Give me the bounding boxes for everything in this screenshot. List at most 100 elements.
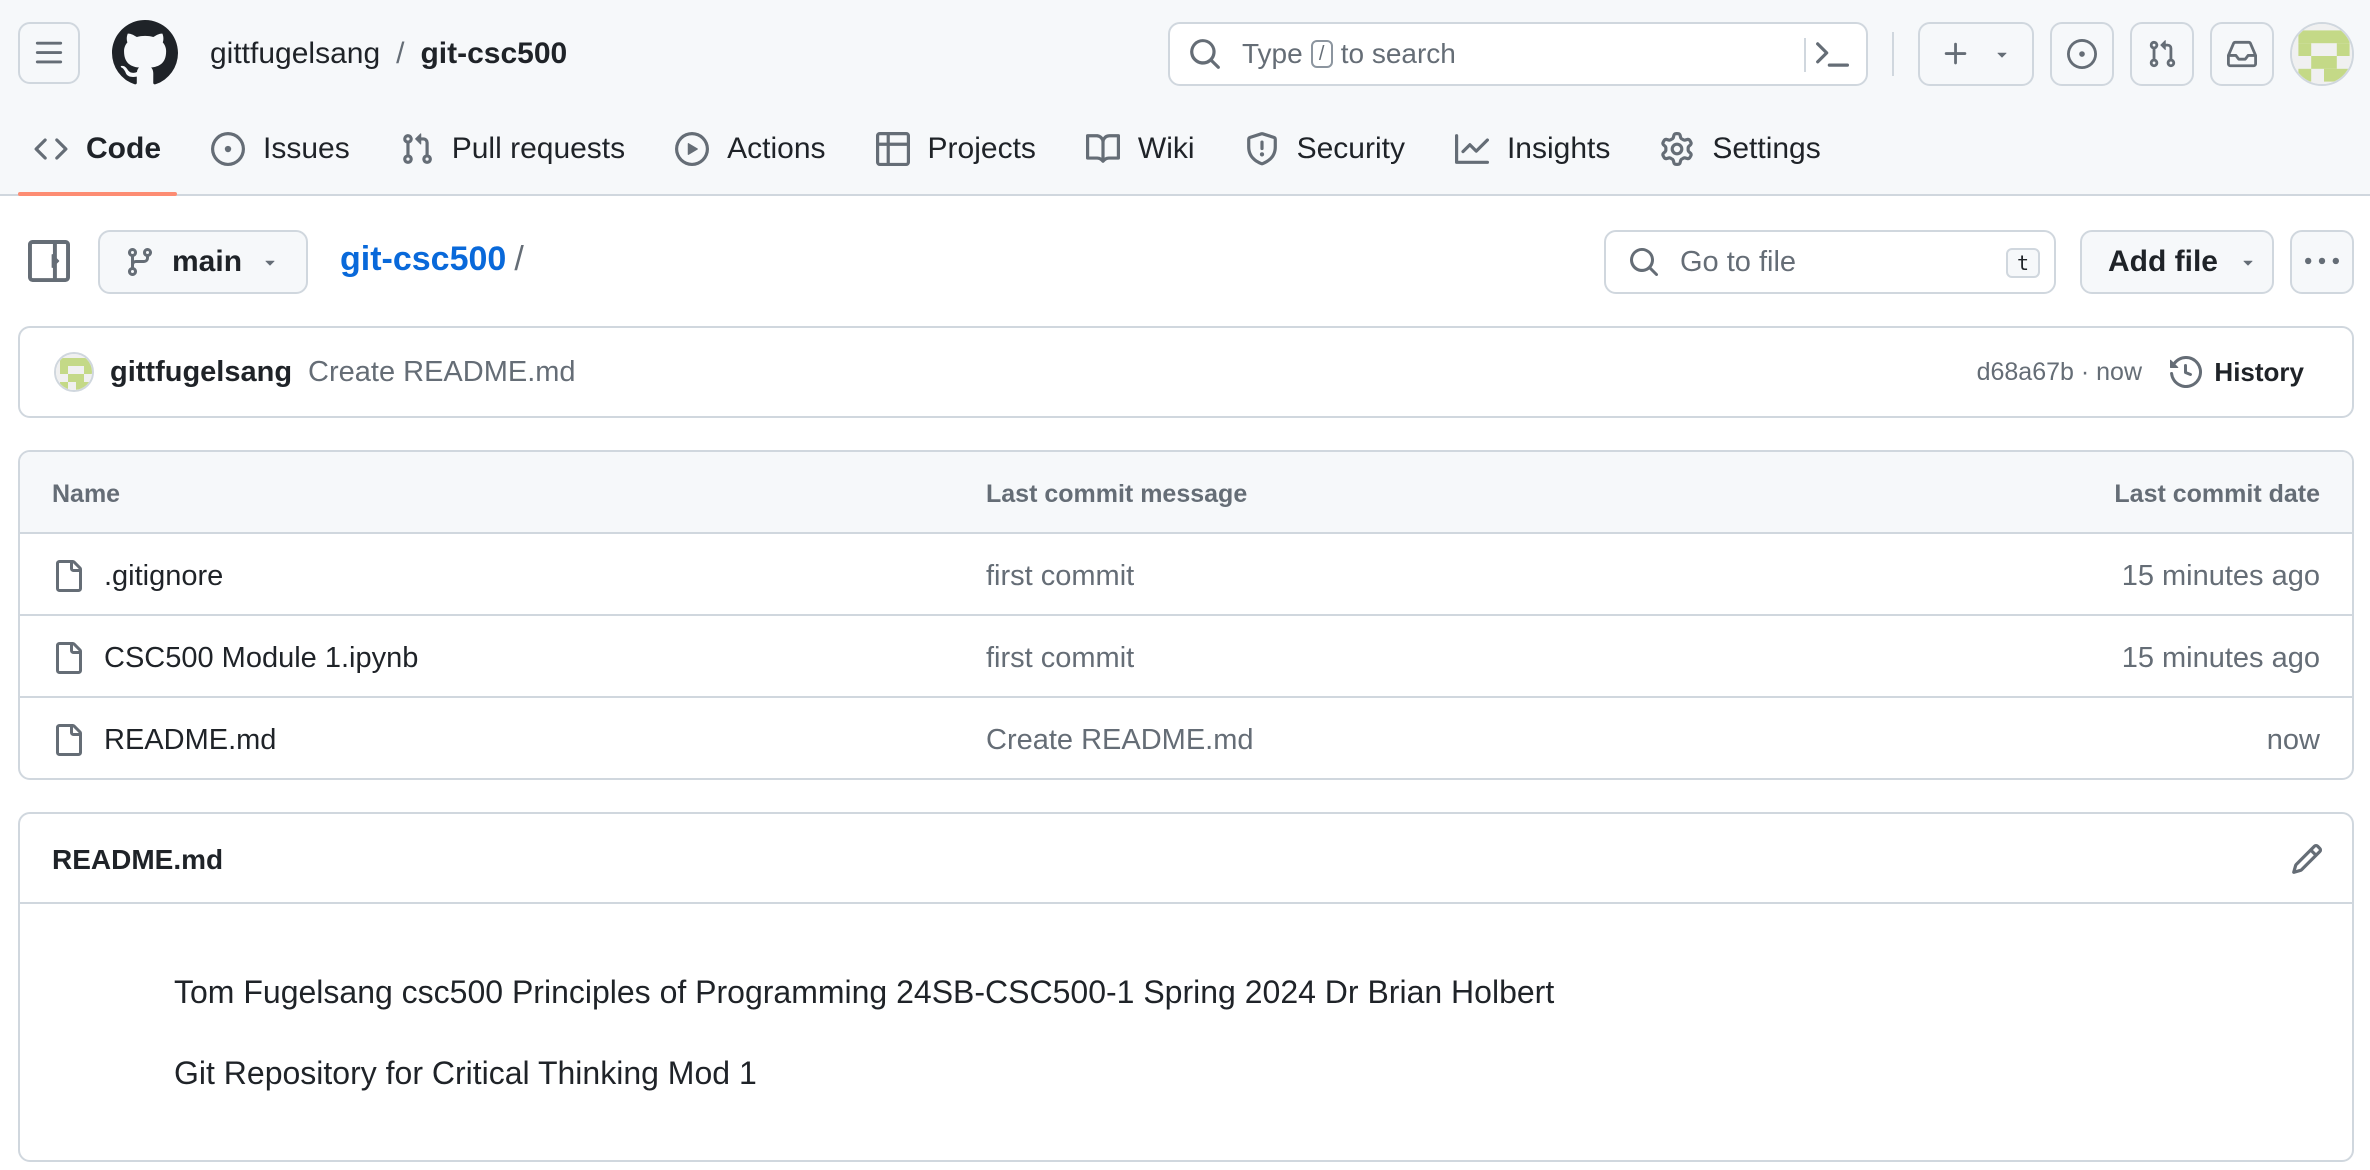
owner-link[interactable]: gittfugelsang xyxy=(210,37,380,71)
kebab-horizontal-icon xyxy=(2305,257,2339,265)
tab-pull-requests[interactable]: Pull requests xyxy=(384,118,641,180)
expand-file-tree-button[interactable] xyxy=(28,240,70,282)
issue-circle-icon xyxy=(2067,39,2097,69)
readme-panel: README.md Tom Fugelsang csc500 Principle… xyxy=(18,812,2354,1162)
inbox-icon xyxy=(2227,40,2257,68)
column-header-date: Last commit date xyxy=(2114,480,2320,508)
history-icon xyxy=(2170,356,2203,388)
file-name-link[interactable]: CSC500 Module 1.ipynb xyxy=(104,642,418,675)
search-placeholder: Type / to search xyxy=(1242,38,1456,70)
file-commit-message[interactable]: Create README.md xyxy=(986,724,1254,757)
tab-label: Wiki xyxy=(1137,132,1195,165)
file-path: git-csc500 / xyxy=(340,240,524,279)
readme-title[interactable]: README.md xyxy=(52,844,223,876)
tab-label: Issues xyxy=(263,132,350,165)
file-table-header: Name Last commit message Last commit dat… xyxy=(20,452,2352,534)
tab-actions[interactable]: Actions xyxy=(659,118,841,180)
tab-issues[interactable]: Issues xyxy=(195,118,366,180)
header-divider xyxy=(1892,32,1894,76)
file-table: Name Last commit message Last commit dat… xyxy=(18,450,2354,780)
caret-down-icon xyxy=(265,260,275,266)
commit-sha-time[interactable]: d68a67b · now xyxy=(1977,358,2142,387)
column-header-message: Last commit message xyxy=(986,480,1248,508)
column-header-name: Name xyxy=(52,480,121,508)
go-to-file-input[interactable]: Go to file t xyxy=(1604,230,2056,294)
tab-label: Settings xyxy=(1712,132,1821,165)
tab-label: Pull requests xyxy=(451,132,626,165)
code-icon xyxy=(34,138,68,160)
graph-icon xyxy=(1454,134,1489,164)
github-logo[interactable] xyxy=(112,20,178,86)
tab-settings[interactable]: Settings xyxy=(1644,118,1836,180)
tab-insights[interactable]: Insights xyxy=(1439,118,1626,180)
tab-label: Security xyxy=(1296,132,1405,165)
add-file-button[interactable]: Add file xyxy=(2080,230,2274,294)
user-avatar[interactable] xyxy=(2290,22,2354,86)
tab-code[interactable]: Code xyxy=(18,118,177,196)
notifications-button[interactable] xyxy=(2210,22,2274,86)
pencil-icon[interactable] xyxy=(2290,842,2324,876)
menu-button[interactable] xyxy=(18,22,80,84)
add-file-label: Add file xyxy=(2108,245,2218,278)
readme-paragraph: Tom Fugelsang csc500 Principles of Progr… xyxy=(174,974,1555,1010)
repo-link[interactable]: git-csc500 xyxy=(420,37,567,71)
path-separator: / xyxy=(514,240,524,278)
repo-breadcrumb: gittfugelsang / git-csc500 xyxy=(210,34,567,74)
commit-author[interactable]: gittfugelsang xyxy=(110,356,292,389)
tab-label: Insights xyxy=(1506,132,1611,165)
caret-down-icon xyxy=(2243,260,2253,266)
sidebar-expand-icon xyxy=(28,240,70,282)
branch-selector[interactable]: main xyxy=(98,230,308,294)
table-row[interactable]: .gitignore first commit 15 minutes ago xyxy=(20,534,2352,616)
breadcrumb-separator: / xyxy=(396,37,405,70)
your-issues-button[interactable] xyxy=(2050,22,2114,86)
go-to-file-placeholder: Go to file xyxy=(1680,245,1797,278)
latest-commit-bar: gittfugelsang Create README.md d68a67b ·… xyxy=(18,326,2354,418)
repo-root-link[interactable]: git-csc500 xyxy=(340,240,506,279)
book-icon xyxy=(1085,134,1120,163)
git-branch-icon xyxy=(127,248,152,277)
branch-name: main xyxy=(172,245,243,278)
search-prefix: Type xyxy=(1242,38,1303,69)
file-commit-message[interactable]: first commit xyxy=(986,560,1134,593)
app-header: gittfugelsang / git-csc500 Type / to sea… xyxy=(0,0,2370,196)
hamburger-icon xyxy=(35,41,63,64)
repo-nav-tabs: Code Issues Pull requests Actions Projec… xyxy=(0,118,1855,196)
file-commit-message[interactable]: first commit xyxy=(986,642,1134,675)
history-button[interactable]: History xyxy=(2170,356,2304,388)
pull-request-icon xyxy=(2149,40,2176,68)
file-commit-date: 15 minutes ago xyxy=(2121,642,2320,674)
search-divider xyxy=(1804,38,1806,72)
search-suffix: to search xyxy=(1340,38,1456,69)
file-icon xyxy=(56,724,82,756)
create-new-button[interactable] xyxy=(1918,22,2034,86)
commit-message[interactable]: Create README.md xyxy=(308,356,576,389)
table-row[interactable]: CSC500 Module 1.ipynb first commit 15 mi… xyxy=(20,616,2352,698)
table-row[interactable]: README.md Create README.md now xyxy=(20,698,2352,778)
file-commit-date: now xyxy=(2266,724,2320,756)
tab-security[interactable]: Security xyxy=(1229,118,1421,180)
go-to-file-shortcut-key: t xyxy=(2006,248,2040,278)
your-pull-requests-button[interactable] xyxy=(2130,22,2194,86)
tab-label: Code xyxy=(86,132,161,165)
search-icon xyxy=(1190,39,1220,69)
issue-circle-icon xyxy=(211,132,245,166)
readme-header: README.md xyxy=(20,814,2352,904)
tab-label: Projects xyxy=(927,132,1036,165)
caret-down-icon xyxy=(1996,52,2007,58)
readme-paragraph: Git Repository for Critical Thinking Mod… xyxy=(174,1055,757,1091)
table-icon xyxy=(875,132,910,166)
command-palette-icon[interactable] xyxy=(1814,38,1850,72)
play-icon xyxy=(675,132,710,166)
tab-projects[interactable]: Projects xyxy=(860,118,1052,180)
more-options-button[interactable] xyxy=(2290,230,2354,294)
global-search[interactable]: Type / to search xyxy=(1168,22,1868,86)
file-commit-date: 15 minutes ago xyxy=(2121,560,2320,592)
tab-label: Actions xyxy=(727,132,826,165)
plus-icon xyxy=(1944,42,1966,65)
file-name-link[interactable]: .gitignore xyxy=(104,560,223,593)
file-icon xyxy=(56,642,82,674)
file-name-link[interactable]: README.md xyxy=(104,724,276,757)
tab-wiki[interactable]: Wiki xyxy=(1070,118,1211,180)
avatar[interactable] xyxy=(54,352,94,392)
